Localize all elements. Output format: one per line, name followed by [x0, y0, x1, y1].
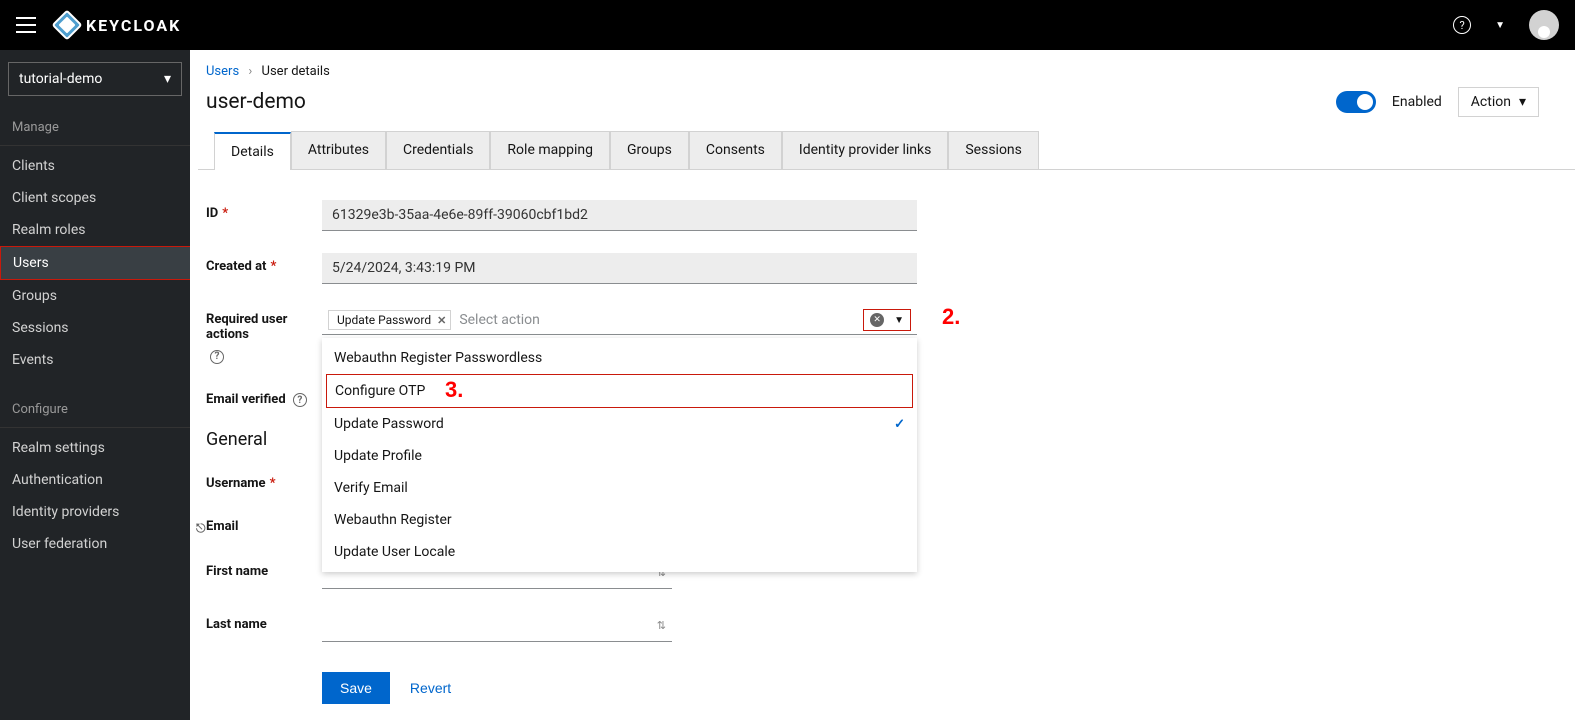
breadcrumb-current: User details	[262, 64, 330, 79]
nav-realm-roles[interactable]: Realm roles	[0, 214, 190, 246]
dd-update-locale[interactable]: Update User Locale	[322, 536, 917, 568]
chip-label: Update Password	[337, 313, 431, 327]
field-id: 61329e3b-35aa-4e6e-89ff-39060cbf1bd2	[322, 200, 917, 231]
nav-client-scopes[interactable]: Client scopes	[0, 182, 190, 214]
label-id: ID*	[206, 200, 322, 221]
chevron-down-icon: ▾	[164, 71, 171, 87]
page-header: user-demo Enabled Action ▾	[190, 87, 1575, 131]
dd-configure-otp[interactable]: Configure OTP 3.	[326, 374, 913, 408]
sidebar: tutorial-demo ▾ Manage Clients Client sc…	[0, 50, 190, 720]
last-name-input[interactable]	[322, 611, 672, 642]
enabled-toggle[interactable]	[1336, 91, 1376, 113]
label-lastname: Last name	[206, 611, 322, 632]
nav-clients[interactable]: Clients	[0, 150, 190, 182]
nav-users[interactable]: Users	[0, 246, 190, 280]
topbar: KEYCLOAK ? ▼	[0, 0, 1575, 50]
dd-update-password[interactable]: Update Password ✓	[322, 408, 917, 440]
nav-section-manage: Manage	[0, 114, 190, 141]
required-actions-dropdown: Webauthn Register Passwordless Configure…	[322, 338, 917, 572]
help-icon[interactable]: ?	[1453, 16, 1471, 34]
required-actions-select[interactable]: Update Password ✕ Select action ✕ ▼	[322, 306, 917, 335]
tab-consents[interactable]: Consents	[689, 131, 782, 169]
annotation-3: 3.	[445, 377, 463, 403]
page-title: user-demo	[206, 90, 306, 114]
tabs: Details Attributes Credentials Role mapp…	[198, 131, 1575, 170]
form: ID* 61329e3b-35aa-4e6e-89ff-39060cbf1bd2…	[190, 170, 1575, 720]
nav-sessions[interactable]: Sessions	[0, 312, 190, 344]
label-firstname: First name	[206, 558, 322, 579]
check-icon: ✓	[894, 417, 905, 432]
keycloak-logo-icon	[51, 9, 82, 40]
dd-verify-email[interactable]: Verify Email	[322, 472, 917, 504]
tab-attributes[interactable]: Attributes	[291, 131, 386, 169]
dd-update-profile[interactable]: Update Profile	[322, 440, 917, 472]
enabled-label: Enabled	[1392, 94, 1442, 110]
breadcrumb: Users › User details	[190, 64, 1575, 87]
main-content: Users › User details user-demo Enabled A…	[190, 50, 1575, 720]
breadcrumb-separator-icon: ›	[248, 64, 252, 79]
tab-sessions[interactable]: Sessions	[948, 131, 1039, 169]
nav-identity-providers[interactable]: Identity providers	[0, 496, 190, 528]
help-icon[interactable]: ?	[293, 393, 307, 407]
tab-groups[interactable]: Groups	[610, 131, 689, 169]
tab-credentials[interactable]: Credentials	[386, 131, 490, 169]
globe-icon: ⎋	[196, 513, 206, 536]
clear-selection-icon[interactable]: ✕	[870, 313, 884, 327]
label-email-verified: Email verified ?	[206, 386, 322, 408]
label-email: Email	[206, 513, 312, 534]
user-dropdown-caret[interactable]: ▼	[1495, 20, 1505, 31]
nav-groups[interactable]: Groups	[0, 280, 190, 312]
annotation-2: 2.	[942, 304, 960, 330]
label-created: Created at*	[206, 253, 322, 274]
nav-divider	[0, 145, 190, 146]
field-created: 5/24/2024, 3:43:19 PM	[322, 253, 917, 284]
select-placeholder: Select action	[459, 312, 540, 328]
tab-idp-links[interactable]: Identity provider links	[782, 131, 948, 169]
action-label: Action	[1471, 94, 1511, 110]
chevron-down-icon: ▾	[1519, 94, 1526, 110]
revert-button[interactable]: Revert	[410, 680, 451, 696]
action-dropdown[interactable]: Action ▾	[1458, 87, 1539, 117]
tab-details[interactable]: Details	[214, 132, 291, 170]
realm-selector[interactable]: tutorial-demo ▾	[8, 62, 182, 96]
nav-divider	[0, 427, 190, 428]
nav-section-configure: Configure	[0, 396, 190, 423]
nav-authentication[interactable]: Authentication	[0, 464, 190, 496]
brand: KEYCLOAK	[56, 14, 181, 36]
breadcrumb-users-link[interactable]: Users	[206, 64, 239, 79]
nav-user-federation[interactable]: User federation	[0, 528, 190, 560]
brand-text: KEYCLOAK	[86, 16, 181, 35]
nav-events[interactable]: Events	[0, 344, 190, 376]
label-required-actions: Required user actions ?	[206, 306, 322, 364]
hamburger-menu-icon[interactable]	[16, 17, 36, 33]
realm-name: tutorial-demo	[19, 71, 102, 87]
switch-knob	[1357, 94, 1373, 110]
user-avatar[interactable]	[1529, 10, 1559, 40]
dd-webauthn-register[interactable]: Webauthn Register	[322, 504, 917, 536]
chip-remove-icon[interactable]: ✕	[437, 314, 446, 327]
nav-realm-settings[interactable]: Realm settings	[0, 432, 190, 464]
tab-role-mapping[interactable]: Role mapping	[490, 131, 610, 169]
label-username: Username*	[206, 470, 322, 491]
top-actions: ? ▼	[1453, 10, 1559, 40]
chevron-down-icon[interactable]: ▼	[894, 315, 904, 326]
chip-update-password: Update Password ✕	[328, 310, 451, 330]
header-actions: Enabled Action ▾	[1336, 87, 1559, 117]
help-icon[interactable]: ?	[210, 350, 224, 364]
dd-webauthn-passwordless[interactable]: Webauthn Register Passwordless	[322, 342, 917, 374]
